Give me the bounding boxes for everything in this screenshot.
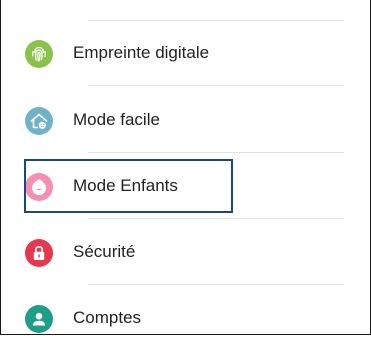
settings-item-label: Comptes [73, 308, 142, 327]
settings-item-easy-mode[interactable]: Mode facile [0, 87, 371, 153]
easy-mode-home-icon [25, 107, 53, 135]
lock-icon [25, 239, 53, 267]
settings-item-label: Mode facile [73, 110, 160, 129]
settings-item-label: Sécurité [73, 242, 136, 261]
account-icon [25, 305, 53, 333]
settings-item-accounts[interactable]: Comptes [0, 285, 371, 351]
settings-item-label: Empreinte digitale [73, 43, 210, 62]
item-divider [88, 85, 344, 86]
focus-highlight-box [24, 159, 233, 213]
fingerprint-icon [25, 40, 53, 68]
settings-item-fingerprint[interactable]: Empreinte digitale [0, 20, 371, 86]
settings-item-security[interactable]: Sécurité [0, 219, 371, 285]
